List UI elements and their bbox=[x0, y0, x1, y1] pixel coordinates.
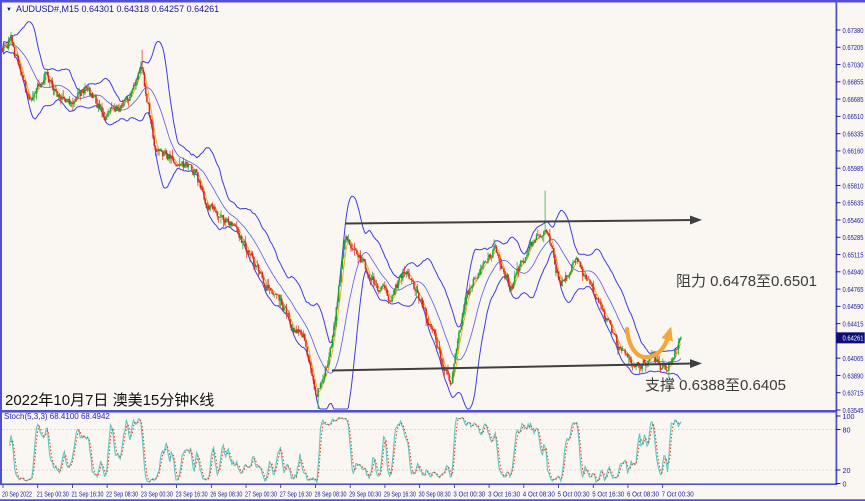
time-axis-label: 21 Sep 16:30 bbox=[71, 492, 103, 499]
time-axis-label: 27 Sep 00:30 bbox=[245, 492, 277, 499]
price-axis-label: 0.65460 bbox=[843, 216, 864, 225]
price-axis-label: 0.66510 bbox=[843, 112, 864, 121]
time-axis-label: 5 Oct 16:30 bbox=[592, 492, 624, 499]
price-axis-label: 0.64065 bbox=[843, 354, 864, 363]
mt4-chart-window: 0.67380 0.67205 0.67030 0.66855 0.66685 0.665… bbox=[0, 0, 865, 501]
price-axis-label: 0.67380 bbox=[843, 26, 864, 35]
time-axis-label: 29 Sep 16:30 bbox=[384, 492, 416, 499]
stoch-axis-label: 80 bbox=[843, 425, 851, 434]
price-axis-label: 0.63890 bbox=[843, 371, 864, 380]
price-axis-label: 0.67030 bbox=[843, 60, 864, 69]
price-axis-label: 0.65285 bbox=[843, 233, 864, 242]
price-axis-label: 0.64765 bbox=[843, 285, 864, 294]
price-axis-label: 0.65985 bbox=[843, 164, 864, 173]
time-axis-label: 3 Oct 16:30 bbox=[488, 492, 520, 499]
time-axis-label: 28 Sep 08:30 bbox=[314, 492, 346, 499]
time-axis-label: 21 Sep 00:30 bbox=[37, 492, 69, 499]
price-axis-label: 0.65635 bbox=[843, 199, 864, 208]
time-axis-label: 6 Oct 08:30 bbox=[627, 492, 659, 499]
current-price-label: 0.64261 bbox=[843, 334, 864, 343]
time-axis-label: 27 Sep 16:30 bbox=[280, 492, 312, 499]
stoch-axis-label: 20 bbox=[843, 466, 851, 475]
price-axis-label: 0.66335 bbox=[843, 129, 864, 138]
price-axis-label: 0.64415 bbox=[843, 319, 864, 328]
price-axis-label: 0.65810 bbox=[843, 181, 864, 190]
stoch-axis-label: 0 bbox=[843, 479, 847, 488]
time-axis-label: 22 Sep 08:30 bbox=[106, 492, 138, 499]
price-axis-label: 0.64940 bbox=[843, 268, 864, 277]
time-axis-label: 30 Sep 08:30 bbox=[419, 492, 451, 499]
price-axis-label: 0.66685 bbox=[843, 95, 864, 104]
stoch-axis-label: 100 bbox=[843, 412, 855, 421]
price-axis-label: 0.65115 bbox=[843, 250, 864, 259]
price-axis-label: 0.63715 bbox=[843, 389, 864, 398]
price-axis-label: 0.64590 bbox=[843, 302, 864, 311]
time-axis-label: 3 Oct 00:30 bbox=[453, 492, 485, 499]
time-axis-label: 29 Sep 00:30 bbox=[349, 492, 381, 499]
time-axis-label: 5 Oct 00:30 bbox=[558, 492, 590, 499]
time-axis-label: 20 Sep 2022 bbox=[2, 492, 32, 499]
time-axis-label: 23 Sep 00:30 bbox=[141, 492, 173, 499]
time-axis-label: 23 Sep 16:30 bbox=[176, 492, 208, 499]
chart-canvas[interactable]: 0.67380 0.67205 0.67030 0.66855 0.66685 0.665… bbox=[0, 0, 865, 501]
price-axis-label: 0.66855 bbox=[843, 78, 864, 87]
time-axis-label: 4 Oct 08:30 bbox=[523, 492, 555, 499]
time-axis-label: 7 Oct 00:30 bbox=[662, 492, 694, 499]
price-axis-label: 0.67205 bbox=[843, 43, 864, 52]
price-axis-label: 0.66160 bbox=[843, 147, 864, 156]
time-axis-label: 26 Sep 08:30 bbox=[210, 492, 242, 499]
